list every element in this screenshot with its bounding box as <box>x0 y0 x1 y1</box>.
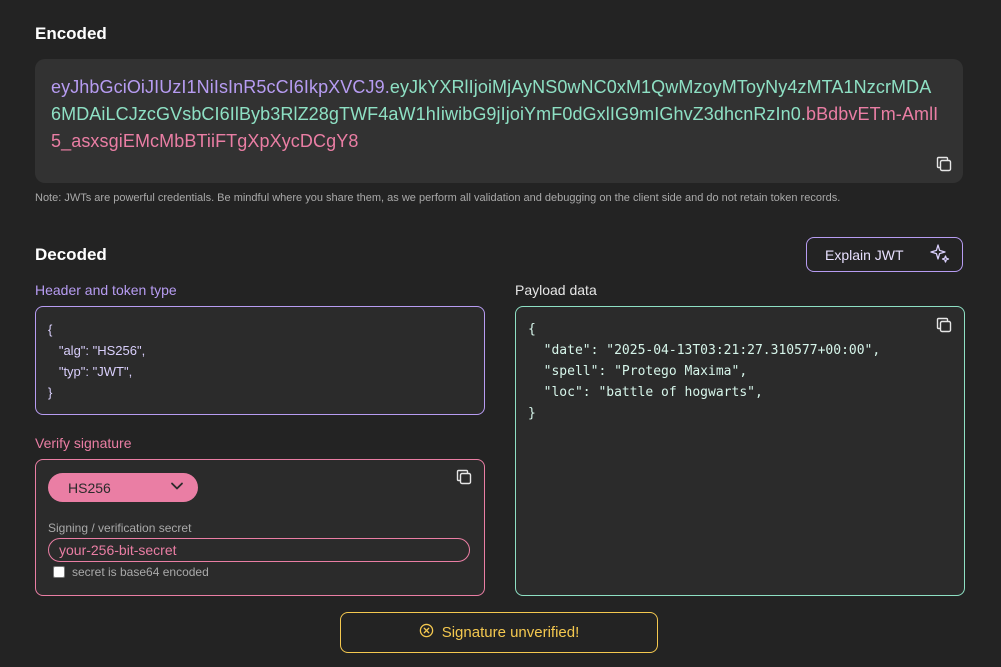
signature-status: Signature unverified! <box>340 612 658 653</box>
header-line: { <box>48 322 53 337</box>
base64-label: secret is base64 encoded <box>72 565 209 579</box>
copy-icon[interactable] <box>936 317 952 333</box>
chevron-down-icon <box>170 479 184 496</box>
header-line: } <box>48 385 53 400</box>
base64-option: secret is base64 encoded <box>53 565 209 579</box>
header-line: "alg": "HS256", <box>48 343 146 358</box>
payload-line: "date": "2025-04-13T03:21:27.310577+00:0… <box>528 343 881 358</box>
payload-line: "loc": "battle of hogwarts", <box>528 385 763 400</box>
header-label: Header and token type <box>35 282 177 298</box>
payload-line: } <box>528 406 536 421</box>
payload-editor[interactable]: { "date": "2025-04-13T03:21:27.310577+00… <box>515 306 965 596</box>
encoded-token[interactable]: eyJhbGciOiJIUzI1NiIsInR5cCI6IkpXVCJ9.eyJ… <box>51 74 941 155</box>
copy-icon[interactable] <box>936 156 952 172</box>
sparkle-icon <box>930 243 950 266</box>
base64-checkbox[interactable] <box>53 566 65 578</box>
payload-label: Payload data <box>515 282 597 298</box>
encoded-token-box[interactable]: eyJhbGciOiJIUzI1NiIsInR5cCI6IkpXVCJ9.eyJ… <box>35 59 963 183</box>
signature-status-text: Signature unverified! <box>441 624 580 641</box>
payload-line: { <box>528 322 536 337</box>
explain-jwt-button[interactable]: Explain JWT <box>806 237 963 272</box>
token-header-part: eyJhbGciOiJIUzI1NiIsInR5cCI6IkpXVCJ9 <box>51 77 385 97</box>
x-circle-icon <box>419 623 434 642</box>
header-line: "typ": "JWT", <box>48 364 133 379</box>
verify-signature-label: Verify signature <box>35 435 132 451</box>
encoded-title: Encoded <box>35 24 107 43</box>
algorithm-value: HS256 <box>68 479 111 496</box>
explain-jwt-label: Explain JWT <box>825 246 904 263</box>
secret-input[interactable] <box>48 538 470 562</box>
header-editor[interactable]: { "alg": "HS256", "typ": "JWT", } <box>35 306 485 415</box>
payload-line: "spell": "Protego Maxima", <box>528 364 748 379</box>
verify-signature-panel: HS256 Signing / verification secret secr… <box>35 459 485 596</box>
copy-icon[interactable] <box>456 469 472 485</box>
decoded-title: Decoded <box>35 245 107 264</box>
secret-label: Signing / verification secret <box>48 521 192 535</box>
algorithm-select[interactable]: HS256 <box>48 473 198 502</box>
security-note: Note: JWTs are powerful credentials. Be … <box>35 192 841 204</box>
